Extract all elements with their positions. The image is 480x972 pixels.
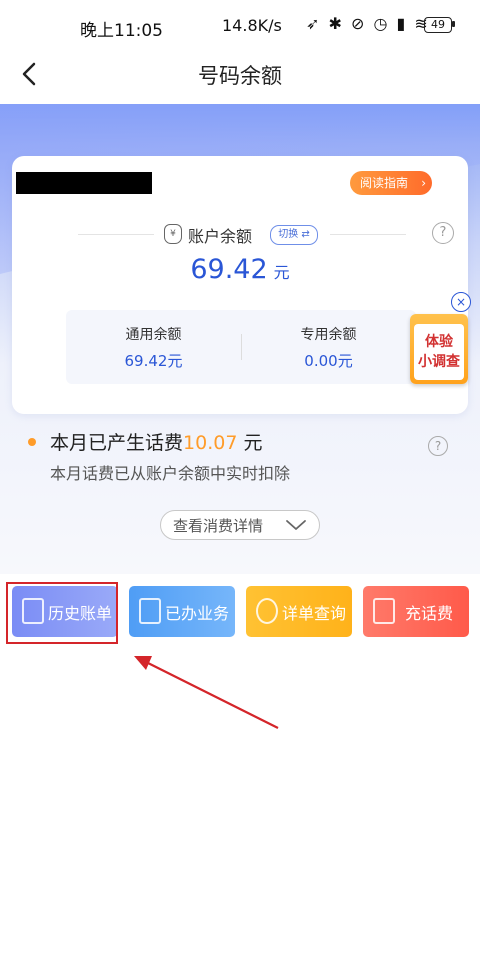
redacted-phone-number [16, 172, 152, 194]
close-icon[interactable]: × [451, 292, 471, 312]
divider [330, 234, 406, 235]
chevron-down-icon [286, 520, 306, 530]
reading-guide-button[interactable]: 阅读指南 › [350, 171, 432, 195]
handled-business-label: 已办业务 [165, 604, 230, 623]
usage-title-prefix: 本月已产生话费 [50, 432, 184, 454]
handled-business-button[interactable]: 已办业务 [129, 586, 235, 637]
view-details-label: 查看消费详情 [173, 517, 264, 535]
usage-title: 本月已产生话费10.07 元 [50, 428, 262, 455]
money-bag-icon: ¥ [164, 224, 182, 244]
survey-text: 体验 小调查 [414, 332, 464, 372]
detail-query-label: 详单查询 [282, 604, 347, 623]
phone-icon [373, 598, 395, 624]
general-balance-value: 69.42元 [124, 352, 183, 370]
special-balance-value: 0.00元 [304, 352, 353, 370]
balance-unit: 元 [273, 263, 290, 282]
battery-icon: 49 [424, 17, 452, 33]
special-balance: 专用余额 0.00元 [241, 310, 416, 384]
status-bar: 晚上11:05 14.8K/s ➶ ✱ ⊘ ◷ ▮ ≋ 49 [0, 0, 480, 48]
help-icon[interactable]: ? [432, 222, 454, 244]
recharge-label: 充话费 [405, 604, 454, 623]
bullet-dot [28, 438, 36, 446]
recharge-button[interactable]: 充话费 [363, 586, 469, 637]
status-time: 晚上11:05 [80, 21, 163, 41]
special-balance-label: 专用余额 [300, 327, 357, 343]
monthly-usage-section: 本月已产生话费10.07 元 ? 本月话费已从账户余额中实时扣除 查看消费详情 [0, 420, 480, 550]
battery-tip [452, 21, 455, 27]
usage-amount: 10.07 [183, 432, 238, 454]
chevron-right-icon: › [421, 176, 426, 190]
network-speed: 14.8K/s [222, 16, 282, 35]
usage-note: 本月话费已从账户余额中实时扣除 [50, 464, 291, 483]
divider [78, 234, 154, 235]
balance-amount: 69.42 元 [12, 254, 468, 285]
nav-bar: 号码余额 [0, 48, 480, 104]
survey-line-2: 小调查 [418, 354, 460, 370]
survey-badge[interactable]: 体验 小调查 [410, 314, 468, 384]
switch-button[interactable]: 切换 ⇄ [270, 225, 318, 245]
clipboard-icon [139, 598, 161, 624]
annotation-highlight-box [6, 582, 118, 644]
status-icons: ➶ ✱ ⊘ ◷ ▮ ≋ [306, 14, 430, 33]
account-balance-label: 账户余额 [188, 227, 253, 246]
survey-line-1: 体验 [425, 334, 453, 350]
balance-value: 69.42 [190, 254, 268, 285]
magnifier-icon [256, 598, 278, 624]
balance-card: 阅读指南 › ¥ 账户余额 切换 ⇄ ? 69.42 元 通用余额 69.42元 … [12, 156, 468, 414]
balance-header: ¥ 账户余额 切换 ⇄ [12, 222, 468, 248]
general-balance: 通用余额 69.42元 [66, 310, 241, 384]
reading-guide-label: 阅读指南 [360, 176, 409, 190]
usage-unit: 元 [237, 432, 263, 454]
page-title: 号码余额 [198, 64, 282, 88]
survey-card: 体验 小调查 [414, 324, 464, 380]
detail-query-button[interactable]: 详单查询 [246, 586, 352, 637]
view-details-button[interactable]: 查看消费详情 [160, 510, 320, 540]
help-icon[interactable]: ? [428, 436, 448, 456]
sub-balance-panel: 通用余额 69.42元 专用余额 0.00元 [66, 310, 416, 384]
general-balance-label: 通用余额 [125, 327, 182, 343]
